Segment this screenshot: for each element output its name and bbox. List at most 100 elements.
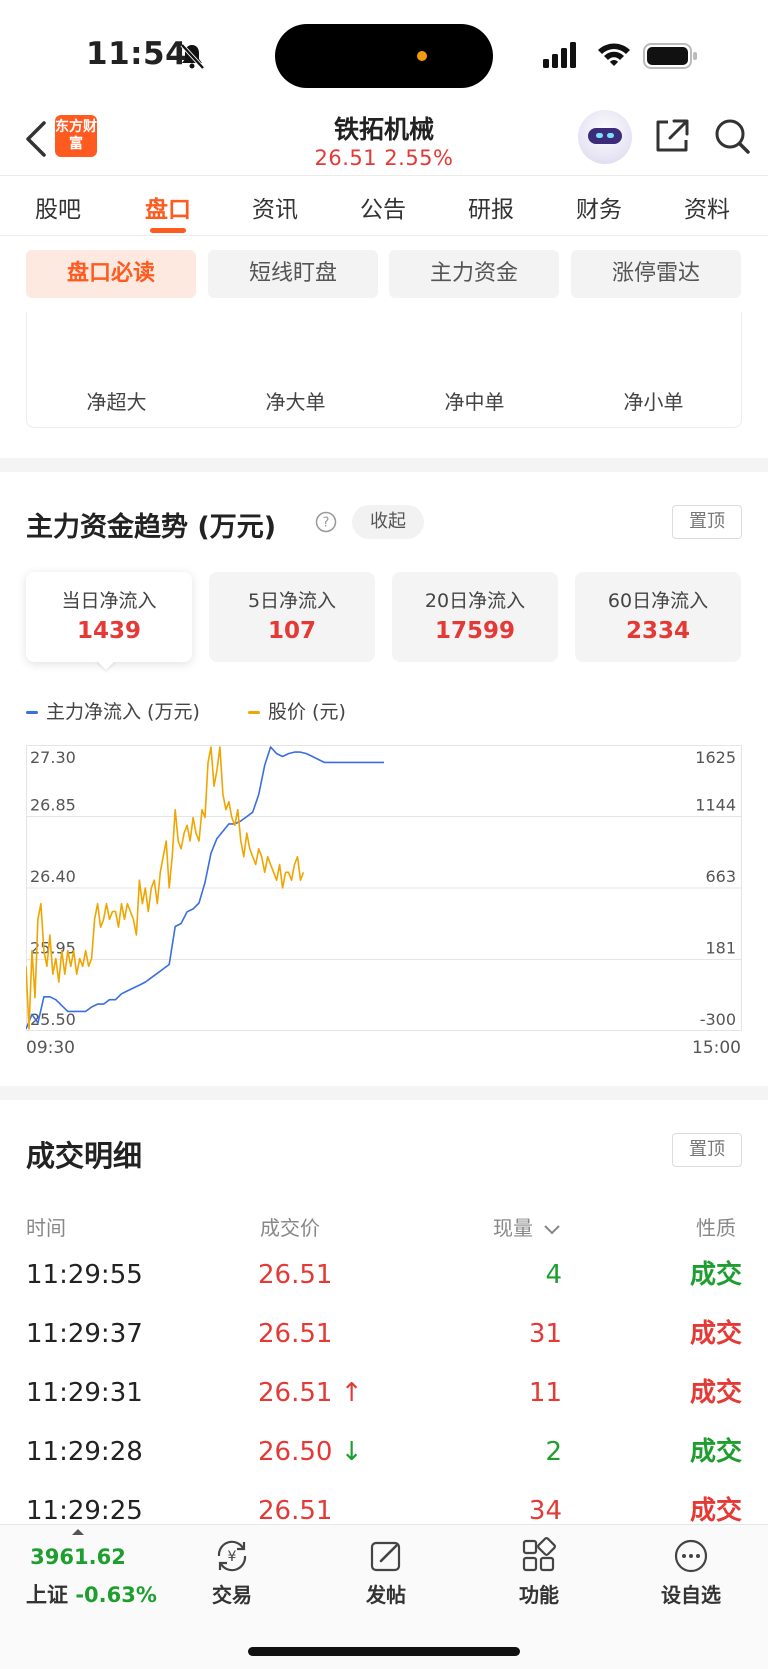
tab-research[interactable]: 研报	[446, 190, 536, 224]
trade-time: 11:29:31	[26, 1378, 143, 1408]
left-axis-tick: 25.50	[30, 1010, 76, 1029]
share-icon[interactable]	[652, 116, 692, 156]
tab-news[interactable]: 资讯	[230, 190, 320, 224]
caret-up-icon[interactable]	[72, 1529, 84, 1535]
tab-finance[interactable]: 财务	[554, 190, 644, 224]
main-flow-chart[interactable]: 27.30 26.85 26.40 25.95 25.50 1625 1144 663 181-…	[26, 745, 742, 1031]
trade-nature: 成交	[689, 1496, 742, 1526]
chip-main-funds[interactable]: 主力资金	[389, 250, 559, 298]
battery-icon	[643, 43, 697, 69]
search-icon[interactable]	[712, 116, 752, 156]
home-indicator	[248, 1647, 520, 1656]
trade-nature: 成交	[689, 1378, 742, 1408]
right-axis-tick: 1144	[695, 796, 736, 815]
nav-add-watchlist[interactable]: 设自选	[646, 1537, 736, 1608]
svg-text:¥: ¥	[228, 1549, 237, 1565]
net-small-label: 净小单	[623, 390, 684, 414]
chip-limit-up-radar[interactable]: 涨停雷达	[571, 250, 741, 298]
robot-face-icon	[588, 128, 622, 144]
trade-time: 11:29:28	[26, 1437, 143, 1467]
index-name: 上证	[26, 1583, 68, 1607]
period-label: 5日净流入	[247, 590, 337, 612]
nav-label: 设自选	[661, 1583, 721, 1607]
right-axis-tick: 181	[705, 939, 736, 958]
sub-tabs: 盘口必读 短线盯盘 主力资金 涨停雷达	[0, 250, 768, 300]
tab-pankou[interactable]: 盘口	[123, 190, 213, 224]
nav-label: 交易	[212, 1583, 252, 1607]
pin-top-button[interactable]: 置顶	[672, 505, 742, 539]
trend-section-title: 主力资金趋势 (万元)	[26, 512, 277, 543]
time-axis-end: 15:00	[692, 1038, 741, 1058]
tab-announcements[interactable]: 公告	[338, 190, 428, 224]
index-value[interactable]: 3961.62	[26, 1545, 130, 1569]
trade-price-value: 26.51	[258, 1319, 333, 1349]
left-axis-tick: 27.30	[30, 748, 76, 767]
left-axis-tick: 26.40	[30, 867, 76, 886]
trade-yen-icon: ¥	[217, 1540, 247, 1572]
period-card-5d[interactable]: 5日净流入 107	[209, 572, 375, 662]
main-tabs: 股吧 盘口 资讯 公告 研报 财务 资料	[0, 176, 768, 236]
ai-assistant-avatar[interactable]	[578, 110, 632, 164]
period-value: 2334	[625, 618, 690, 644]
trade-price-value: 26.50	[258, 1437, 333, 1467]
netflow-card: 净超大 净大单 净中单 净小单	[26, 312, 742, 428]
trade-row: 11:29:55 26.51 4 成交	[0, 1258, 768, 1317]
chip-must-read[interactable]: 盘口必读	[26, 250, 196, 298]
header-time: 时间	[26, 1216, 66, 1240]
nav-trade[interactable]: ¥ 交易	[187, 1537, 277, 1608]
pin-top-button[interactable]: 置顶	[672, 1133, 742, 1167]
period-value: 1439	[76, 618, 141, 644]
section-separator	[0, 1086, 768, 1100]
net-super-large-label: 净超大	[86, 390, 147, 414]
tab-guba[interactable]: 股吧	[13, 190, 103, 224]
period-value: 17599	[434, 618, 516, 644]
nav-post[interactable]: 发帖	[341, 1537, 431, 1608]
trade-price: 26.51	[258, 1317, 332, 1351]
chart-canvas: 27.3026.8526.4025.9525.5016251144663181-…	[26, 745, 742, 1031]
period-label: 当日净流入	[61, 590, 157, 612]
nav-functions[interactable]: 功能	[494, 1537, 584, 1608]
header-volume-sort[interactable]: 现量	[493, 1212, 561, 1241]
period-card-20d[interactable]: 20日净流入 17599	[392, 572, 558, 662]
arrow-up-icon: ↑	[332, 1378, 363, 1408]
right-axis-tick: -300	[700, 1010, 736, 1029]
index-ticker[interactable]: 上证 -0.63%	[26, 1579, 157, 1609]
header-nature: 性质	[696, 1216, 736, 1240]
collapse-button[interactable]: 收起	[352, 505, 424, 539]
trade-detail-title: 成交明细	[26, 1139, 143, 1173]
help-icon[interactable]: ?	[315, 511, 337, 533]
chip-short-term[interactable]: 短线盯盘	[208, 250, 378, 298]
right-axis-tick: 663	[705, 867, 736, 886]
arrow-down-icon: ↓	[332, 1437, 363, 1467]
trade-volume: 4	[545, 1260, 562, 1290]
right-axis-tick: 1625	[695, 748, 736, 767]
camera-dot	[417, 51, 427, 61]
trade-row: 11:29:28 26.50 ↓ 2 成交	[0, 1435, 768, 1494]
index-change: -0.63%	[75, 1583, 157, 1607]
trade-price-value: 26.51	[258, 1496, 333, 1526]
trade-nature: 成交	[689, 1319, 742, 1349]
trade-volume: 2	[545, 1437, 562, 1467]
bell-muted-icon	[180, 43, 205, 70]
nav-label: 发帖	[366, 1583, 406, 1607]
period-card-today[interactable]: 当日净流入 1439	[26, 572, 192, 662]
period-card-60d[interactable]: 60日净流入 2334	[575, 572, 741, 662]
tab-profile[interactable]: 资料	[662, 190, 752, 224]
trade-time: 11:29:25	[26, 1496, 143, 1526]
selected-period-caret	[96, 660, 116, 670]
legend-item-main-flow: 主力净流入 (万元)	[26, 697, 200, 724]
dynamic-island	[275, 24, 493, 88]
trade-row: 11:29:37 26.51 31 成交	[0, 1317, 768, 1376]
period-label: 20日净流入	[424, 590, 526, 612]
left-axis-tick: 26.85	[30, 796, 76, 815]
trade-time: 11:29:55	[26, 1260, 143, 1290]
trade-volume: 11	[528, 1378, 562, 1408]
net-large-label: 净大单	[265, 390, 326, 414]
chevron-down-icon	[544, 1224, 561, 1234]
tabs-divider	[0, 235, 768, 236]
trade-price: 26.51 ↑	[258, 1376, 363, 1410]
stock-header: 东方财富 铁拓机械 26.51 2.55%	[0, 110, 768, 176]
legend-label: 股价 (元)	[268, 701, 346, 723]
trade-nature: 成交	[689, 1260, 742, 1290]
trade-volume: 31	[528, 1319, 562, 1349]
